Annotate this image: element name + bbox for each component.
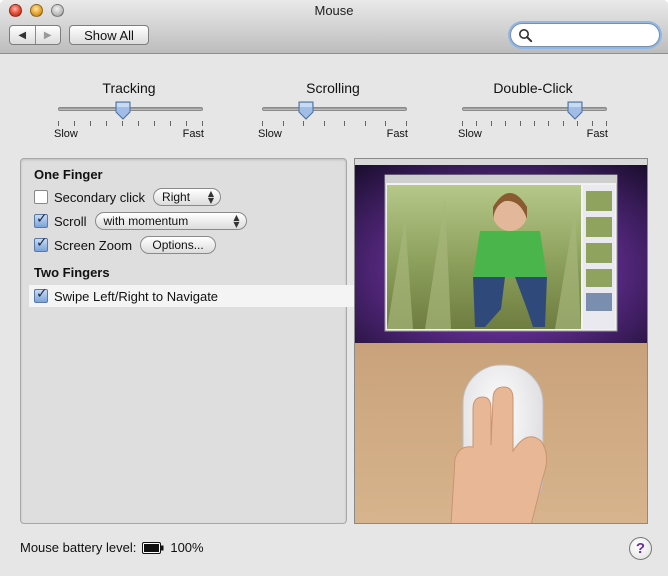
slider-tick xyxy=(303,121,304,126)
battery-icon xyxy=(142,541,164,554)
slider-tick xyxy=(406,121,407,126)
slider-tick xyxy=(505,121,506,126)
swipe-checkbox[interactable] xyxy=(34,286,48,303)
scrolling-fast-label: Fast xyxy=(386,128,408,140)
secondary-click-popup-value: Right xyxy=(162,190,191,204)
gesture-preview xyxy=(354,158,648,524)
slider-tick xyxy=(577,121,578,126)
help-button[interactable]: ? xyxy=(629,537,652,560)
popup-arrows-icon: ▲ ▼ xyxy=(207,189,215,205)
secondary-click-popup[interactable]: Right ▲ ▼ xyxy=(153,188,222,206)
slider-tick xyxy=(186,121,187,126)
slider-tick xyxy=(563,121,564,126)
slider-tick xyxy=(122,121,123,126)
search-input[interactable] xyxy=(535,27,653,43)
scrolling-ticks xyxy=(262,121,407,127)
screen-zoom-row: Screen Zoom Options... xyxy=(34,235,217,255)
slider-tick xyxy=(385,121,386,126)
double-click-track[interactable] xyxy=(462,107,607,111)
battery-status: Mouse battery level: 100% xyxy=(20,540,204,555)
slider-tick xyxy=(476,121,477,126)
gesture-preview-illustration xyxy=(355,159,647,523)
slider-tick xyxy=(154,121,155,126)
gesture-options-panel: One Finger Secondary click Right ▲▼ Scro… xyxy=(20,158,372,524)
slider-tick xyxy=(365,121,366,126)
back-button[interactable]: ◀ xyxy=(10,26,35,44)
battery-label: Mouse battery level: xyxy=(20,540,137,555)
battery-value: 100% xyxy=(170,540,204,555)
swipe-row[interactable]: Swipe Left/Right to Navigate xyxy=(34,286,218,306)
slider-tick xyxy=(344,121,345,126)
help-icon: ? xyxy=(635,540,646,557)
slider-tick xyxy=(90,121,91,126)
slider-tick xyxy=(548,121,549,126)
search-field[interactable] xyxy=(510,23,660,47)
tracking-label: Tracking xyxy=(102,80,156,96)
scrolling-label: Scrolling xyxy=(306,80,360,96)
back-arrow-icon: ◀ xyxy=(18,29,27,41)
scrolling-knob[interactable] xyxy=(298,101,314,120)
slider-tick xyxy=(138,121,139,126)
tracking-ticks xyxy=(58,121,203,127)
scrolling-slow-label: Slow xyxy=(258,128,282,140)
slider-tick xyxy=(606,121,607,126)
double-click-ticks xyxy=(462,121,607,127)
slider-tick xyxy=(283,121,284,126)
titlebar: Mouse ◀ ▶ Show All xyxy=(0,0,668,54)
popup-arrows-icon: ▲ ▼ xyxy=(233,213,240,229)
show-all-button[interactable]: Show All xyxy=(69,25,149,45)
scroll-popup-value: with momentum xyxy=(103,214,189,228)
scrolling-slider-group: Scrolling Slow Fast xyxy=(258,80,408,142)
one-finger-heading: One Finger xyxy=(34,167,103,182)
slider-tick xyxy=(170,121,171,126)
slider-tick xyxy=(324,121,325,126)
tracking-slider-group: Tracking Slow Fast xyxy=(54,80,204,142)
slider-tick xyxy=(491,121,492,126)
swipe-label: Swipe Left/Right to Navigate xyxy=(54,288,219,304)
screen-zoom-options-button[interactable]: Options... xyxy=(140,236,217,254)
two-fingers-heading: Two Fingers xyxy=(34,265,110,280)
secondary-click-label: Secondary click xyxy=(54,189,146,205)
slider-tick xyxy=(462,121,463,126)
slider-tick xyxy=(202,121,203,126)
scrolling-track[interactable] xyxy=(262,107,407,111)
screen-zoom-checkbox[interactable] xyxy=(34,235,48,252)
forward-button[interactable]: ▶ xyxy=(34,26,61,44)
slider-tick xyxy=(106,121,107,126)
slider-tick xyxy=(592,121,593,126)
double-click-label: Double-Click xyxy=(493,80,573,96)
search-icon xyxy=(519,29,533,43)
back-forward-control: ◀ ▶ xyxy=(9,25,61,45)
slider-tick xyxy=(58,121,59,126)
slider-tick xyxy=(520,121,521,126)
secondary-click-row: Secondary click Right ▲ ▼ xyxy=(34,187,222,207)
double-click-slow-label: Slow xyxy=(458,128,482,140)
tracking-fast-label: Fast xyxy=(182,128,204,140)
scroll-row: Scroll with momentum ▲▼ xyxy=(34,211,247,231)
slider-tick xyxy=(74,121,75,126)
window-title: Mouse xyxy=(314,3,354,18)
secondary-click-checkbox[interactable] xyxy=(34,190,48,204)
double-click-knob[interactable] xyxy=(567,101,583,120)
screen-zoom-label: Screen Zoom xyxy=(54,237,133,253)
slider-tick xyxy=(534,121,535,126)
double-click-fast-label: Fast xyxy=(586,128,608,140)
scroll-popup[interactable]: with momentum ▲ ▼ xyxy=(94,212,247,230)
scroll-label: Scroll xyxy=(54,213,87,229)
forward-arrow-icon: ▶ xyxy=(43,29,52,41)
scroll-checkbox[interactable] xyxy=(34,211,48,228)
slider-tick xyxy=(262,121,263,126)
tracking-slow-label: Slow xyxy=(54,128,78,140)
mouse-preferences-window: Mouse ◀ ▶ Show All Tracking Slow Fast Sc… xyxy=(0,0,668,576)
double-click-slider-group: Double-Click Slow Fast xyxy=(458,80,608,142)
tracking-knob[interactable] xyxy=(115,101,131,120)
